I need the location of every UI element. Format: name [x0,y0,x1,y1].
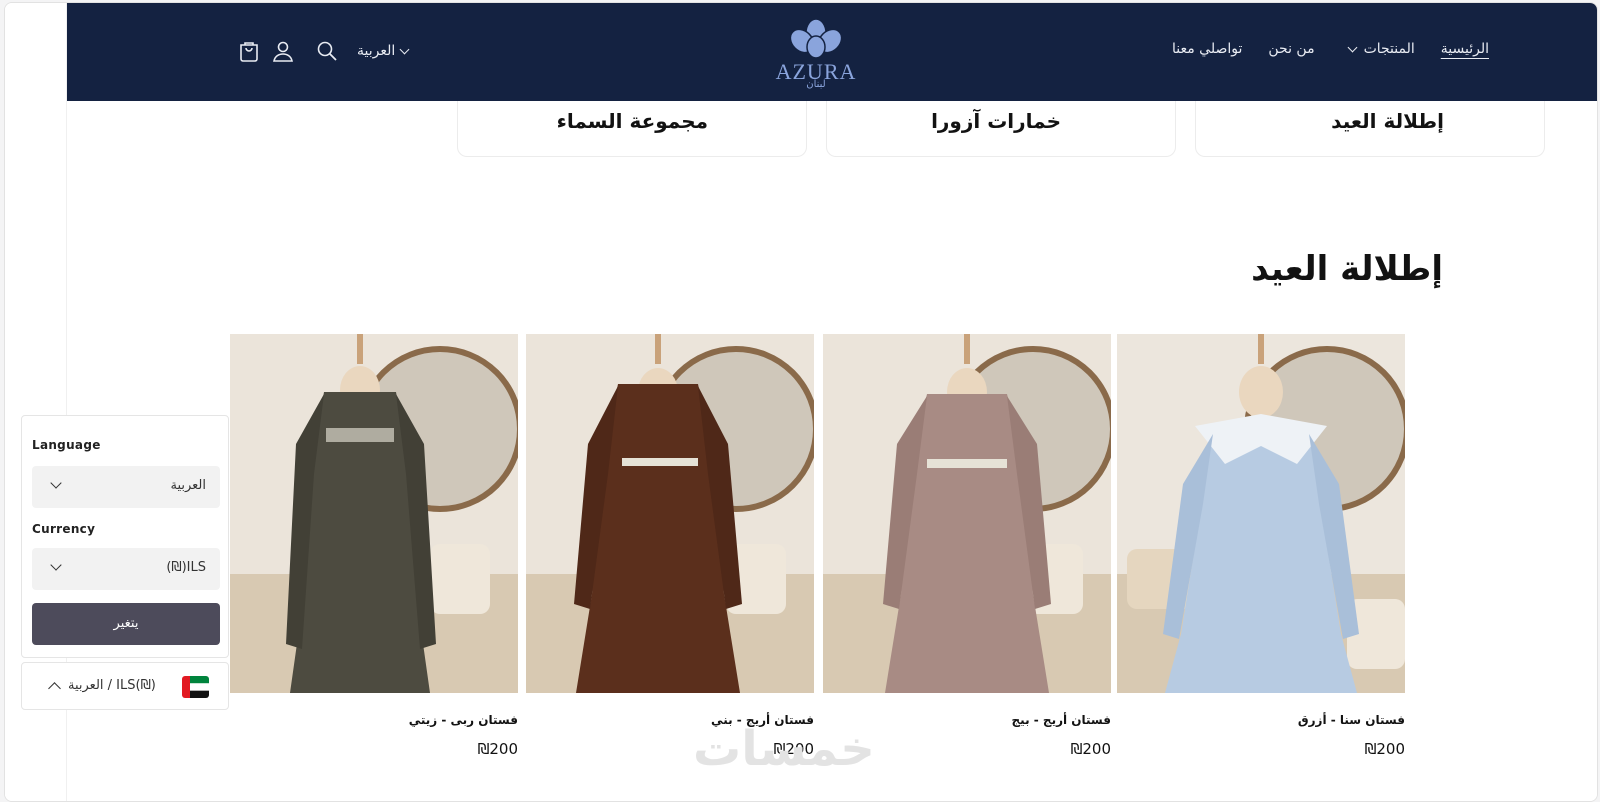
watermark: خمسات [693,721,875,777]
collection-card-eid[interactable]: إطلالة العيد [1195,101,1545,157]
nav-home-label: الرئيسية [1440,41,1489,57]
language-select-value: العربية [170,478,206,493]
chevron-up-icon [48,682,61,695]
collection-card-title: إطلالة العيد [1331,109,1444,133]
nav-contact-label: تواصلي معنا [1171,41,1243,57]
language-label: Language [32,438,101,452]
language-toggle[interactable]: العربية [357,43,412,59]
chevron-down-icon [50,559,62,571]
currency-select[interactable]: ILS(₪) [32,548,220,590]
section-title: إطلالة العيد [1251,249,1443,289]
nav-products-label: المنتجات [1363,41,1415,57]
product-image[interactable] [526,334,814,693]
product-price: ₪200 [477,740,518,758]
main-navigation: الرئيسية المنتجات من نحن تواصلي معنا [1089,41,1489,57]
collection-card-title: خمارات آزورا [931,109,1061,133]
collection-card-khimar[interactable]: خمارات آزورا [826,101,1176,157]
collection-card-title: مجموعة السماء [556,109,708,133]
chevron-down-icon [50,477,62,489]
cart-icon[interactable] [237,39,261,63]
account-icon[interactable] [271,39,295,63]
product-image[interactable] [823,334,1111,693]
product-price: ₪200 [1070,740,1111,758]
apply-button[interactable]: يتغير [32,603,220,645]
nav-contact-link[interactable]: تواصلي معنا [1172,41,1242,57]
currency-label: Currency [32,522,96,536]
search-icon[interactable] [315,39,339,63]
product-name[interactable]: فستان سنا - أزرق [1298,713,1405,727]
nav-about-label: من نحن [1268,41,1315,57]
language-toggle-label: العربية [357,43,396,59]
chevron-down-icon [399,44,410,55]
nav-about-link[interactable]: من نحن [1268,41,1314,57]
product-name[interactable]: فستان ربى - زيتي [409,713,518,727]
product-image[interactable] [230,334,518,693]
currency-select-value: ILS(₪) [166,560,206,575]
collection-card-sky[interactable]: مجموعة السماء [457,101,807,157]
localization-toggle[interactable]: العربية / ILS(₪) [21,662,229,710]
logo-subtext: لبنان [806,79,826,90]
product-name[interactable]: فستان أريج - بيج [1012,713,1111,727]
browser-frame: الرئيسية المنتجات من نحن تواصلي معنا AZU… [4,2,1598,802]
uae-flag-icon [182,676,209,698]
product-image[interactable] [1117,334,1405,693]
product-price: ₪200 [1364,740,1405,758]
localization-summary: العربية / ILS(₪) [68,678,156,693]
store-page: الرئيسية المنتجات من نحن تواصلي معنا AZU… [67,3,1597,801]
site-header: الرئيسية المنتجات من نحن تواصلي معنا AZU… [67,3,1597,101]
language-select[interactable]: العربية [32,466,220,508]
chevron-down-icon [1347,42,1358,53]
nav-home-link[interactable]: الرئيسية [1441,41,1489,57]
nav-products-link[interactable]: المنتجات [1341,41,1415,57]
localization-panel: Language العربية Currency ILS(₪) يتغير [21,415,229,658]
header-tools: العربية [237,39,412,63]
